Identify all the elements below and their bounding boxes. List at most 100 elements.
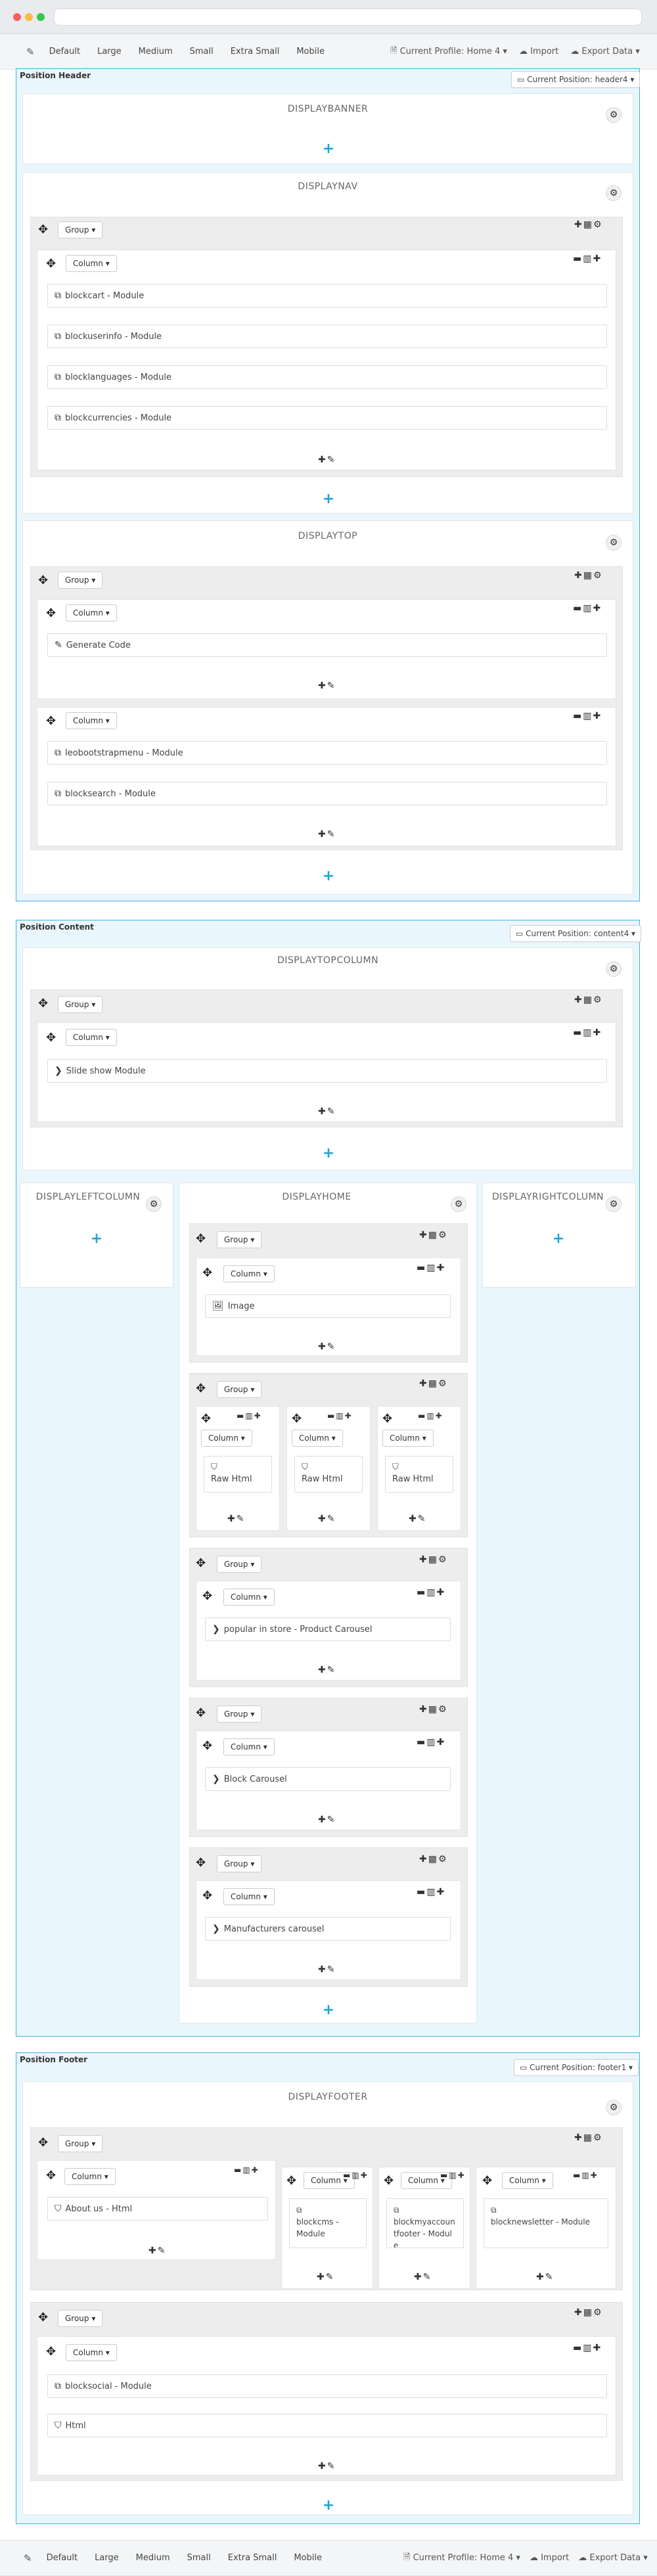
add-group-button[interactable]: +	[322, 142, 335, 156]
move-icon[interactable]: ✥	[46, 1031, 56, 1045]
move-icon[interactable]: ✥	[202, 1740, 212, 1753]
column-add-edit[interactable]: ✚✎	[318, 1106, 336, 1117]
move-icon[interactable]: ✥	[196, 1707, 206, 1720]
group-dropdown[interactable]: Group ▾	[58, 2310, 103, 2327]
column-add-edit[interactable]: ✚✎	[318, 1342, 336, 1352]
module-raw-html[interactable]: ⛉ Raw Html	[204, 1456, 272, 1493]
module-blocklanguages[interactable]: ⧉ blocklanguages - Module	[47, 365, 607, 389]
group-dropdown[interactable]: Group ▾	[217, 1231, 262, 1248]
move-icon[interactable]: ✥	[38, 223, 48, 237]
module-image[interactable]: 🖼 Image	[205, 1294, 451, 1318]
gear-icon[interactable]: ⚙	[606, 1196, 622, 1212]
module-blockmyaccountfooter[interactable]: ⧉ blockmyaccountfooter - Module	[386, 2198, 464, 2248]
module-raw-html[interactable]: ⛉ Raw Html	[385, 1456, 453, 1493]
device-large[interactable]: Large	[95, 2553, 119, 2563]
move-icon[interactable]: ✥	[286, 2175, 296, 2188]
device-default[interactable]: Default	[47, 2553, 78, 2563]
column-add-edit[interactable]: ✚✎	[227, 1514, 245, 1524]
gear-icon[interactable]: ⚙	[606, 185, 622, 201]
group-dropdown[interactable]: Group ▾	[217, 1855, 262, 1872]
device-large[interactable]: Large	[97, 47, 122, 56]
gear-icon[interactable]: ⚙	[146, 1196, 162, 1212]
module-block-carousel[interactable]: ❯ Block Carousel	[205, 1767, 451, 1791]
column-dropdown[interactable]: Column ▾	[223, 1265, 275, 1282]
profile-select[interactable]: Current Profile: Home 4	[413, 2553, 514, 2563]
column-dropdown[interactable]: Column ▾	[223, 1888, 275, 1905]
group-dropdown[interactable]: Group ▾	[58, 572, 103, 589]
gear-icon[interactable]: ⚙	[451, 1196, 466, 1212]
move-icon[interactable]: ✥	[196, 1857, 206, 1870]
column-dropdown[interactable]: Column ▾	[66, 2344, 117, 2361]
move-icon[interactable]: ✥	[38, 574, 48, 587]
column-actions[interactable]: ▬▥✚	[417, 1887, 445, 1897]
column-actions[interactable]: ▬▥✚	[418, 1411, 443, 1420]
add-group-button[interactable]: +	[322, 869, 335, 884]
column-actions[interactable]: ▬▥✚	[343, 2171, 369, 2180]
move-icon[interactable]: ✥	[46, 2345, 56, 2359]
column-actions[interactable]: ▬▥✚	[440, 2171, 466, 2180]
column-actions[interactable]: ▬▥✚	[417, 1263, 445, 1273]
column-add-edit[interactable]: ✚✎	[318, 681, 336, 691]
move-icon[interactable]: ✥	[38, 2311, 48, 2324]
group-dropdown[interactable]: Group ▾	[58, 996, 103, 1013]
column-add-edit[interactable]: ✚✎	[318, 1964, 336, 1975]
column-dropdown[interactable]: Column ▾	[201, 1430, 252, 1447]
move-icon[interactable]: ✥	[46, 258, 56, 271]
column-dropdown[interactable]: Column ▾	[502, 2172, 553, 2189]
module-blocknewsletter[interactable]: ⧉ blocknewsletter - Module	[484, 2198, 608, 2248]
move-icon[interactable]: ✥	[202, 1590, 212, 1603]
device-default[interactable]: Default	[49, 47, 81, 56]
add-group-button[interactable]: +	[552, 1232, 565, 1246]
export-button[interactable]: Export Data	[589, 2553, 641, 2563]
column-dropdown[interactable]: Column ▾	[292, 1430, 343, 1447]
column-actions[interactable]: ▬▥✚	[417, 1737, 445, 1748]
group-actions[interactable]: ✚▦⚙	[574, 219, 603, 230]
move-icon[interactable]: ✥	[382, 1412, 392, 1426]
group-actions[interactable]: ✚▦⚙	[574, 570, 603, 581]
move-icon[interactable]: ✥	[384, 2175, 394, 2188]
add-group-button[interactable]: +	[322, 2003, 335, 2018]
content-position-select[interactable]: ▭ Current Position: content4 ▾	[510, 925, 642, 942]
column-actions[interactable]: ▬▥✚	[327, 1411, 353, 1420]
add-group-button[interactable]: +	[322, 2498, 335, 2513]
module-raw-html[interactable]: ⛉ Raw Html	[294, 1456, 363, 1493]
move-icon[interactable]: ✥	[202, 1267, 212, 1280]
column-dropdown[interactable]: Column ▾	[223, 1589, 275, 1606]
move-icon[interactable]: ✥	[292, 1412, 302, 1426]
column-add-edit[interactable]: ✚✎	[536, 2272, 554, 2282]
column-actions[interactable]: ▬▥✚	[573, 711, 602, 721]
device-small[interactable]: Small	[187, 2553, 211, 2563]
move-icon[interactable]: ✥	[46, 607, 56, 620]
add-group-button[interactable]: +	[322, 492, 335, 507]
group-actions[interactable]: ✚▦⚙	[574, 2133, 603, 2143]
column-dropdown[interactable]: Column ▾	[66, 604, 117, 621]
move-icon[interactable]: ✥	[202, 1889, 212, 1903]
module-blockuserinfo[interactable]: ⧉ blockuserinfo - Module	[47, 325, 607, 348]
gear-icon[interactable]: ⚙	[606, 961, 622, 977]
column-add-edit[interactable]: ✚✎	[409, 1514, 426, 1524]
column-add-edit[interactable]: ✚✎	[414, 2272, 432, 2282]
column-dropdown[interactable]: Column ▾	[66, 1029, 117, 1046]
group-dropdown[interactable]: Group ▾	[217, 1556, 262, 1573]
group-actions[interactable]: ✚▦⚙	[574, 2307, 603, 2318]
device-mobile[interactable]: Mobile	[296, 47, 325, 56]
column-actions[interactable]: ▬▥✚	[573, 1028, 602, 1038]
wrench-icon[interactable]: ✎	[24, 2552, 32, 2564]
group-dropdown[interactable]: Group ▾	[217, 1706, 262, 1723]
column-add-edit[interactable]: ✚✎	[148, 2246, 166, 2256]
column-add-edit[interactable]: ✚✎	[318, 455, 336, 465]
column-actions[interactable]: ▬▥✚	[234, 2165, 260, 2175]
move-icon[interactable]: ✥	[196, 1382, 206, 1395]
module-blockcms[interactable]: ⧉ blockcms - Module	[289, 2198, 367, 2248]
column-actions[interactable]: ▬▥✚	[573, 603, 602, 614]
address-bar[interactable]	[54, 9, 642, 26]
group-dropdown[interactable]: Group ▾	[58, 2135, 103, 2152]
header-position-select[interactable]: ▭ Current Position: header4 ▾	[511, 71, 641, 88]
move-icon[interactable]: ✥	[46, 2169, 56, 2182]
column-add-edit[interactable]: ✚✎	[318, 829, 336, 840]
column-add-edit[interactable]: ✚✎	[318, 1665, 336, 1675]
wrench-icon[interactable]: ✎	[26, 46, 35, 58]
device-medium[interactable]: Medium	[136, 2553, 170, 2563]
module-blocksocial[interactable]: ⧉ blocksocial - Module	[47, 2374, 607, 2398]
module-leobootstrapmenu[interactable]: ⧉ leobootstrapmenu - Module	[47, 741, 607, 765]
